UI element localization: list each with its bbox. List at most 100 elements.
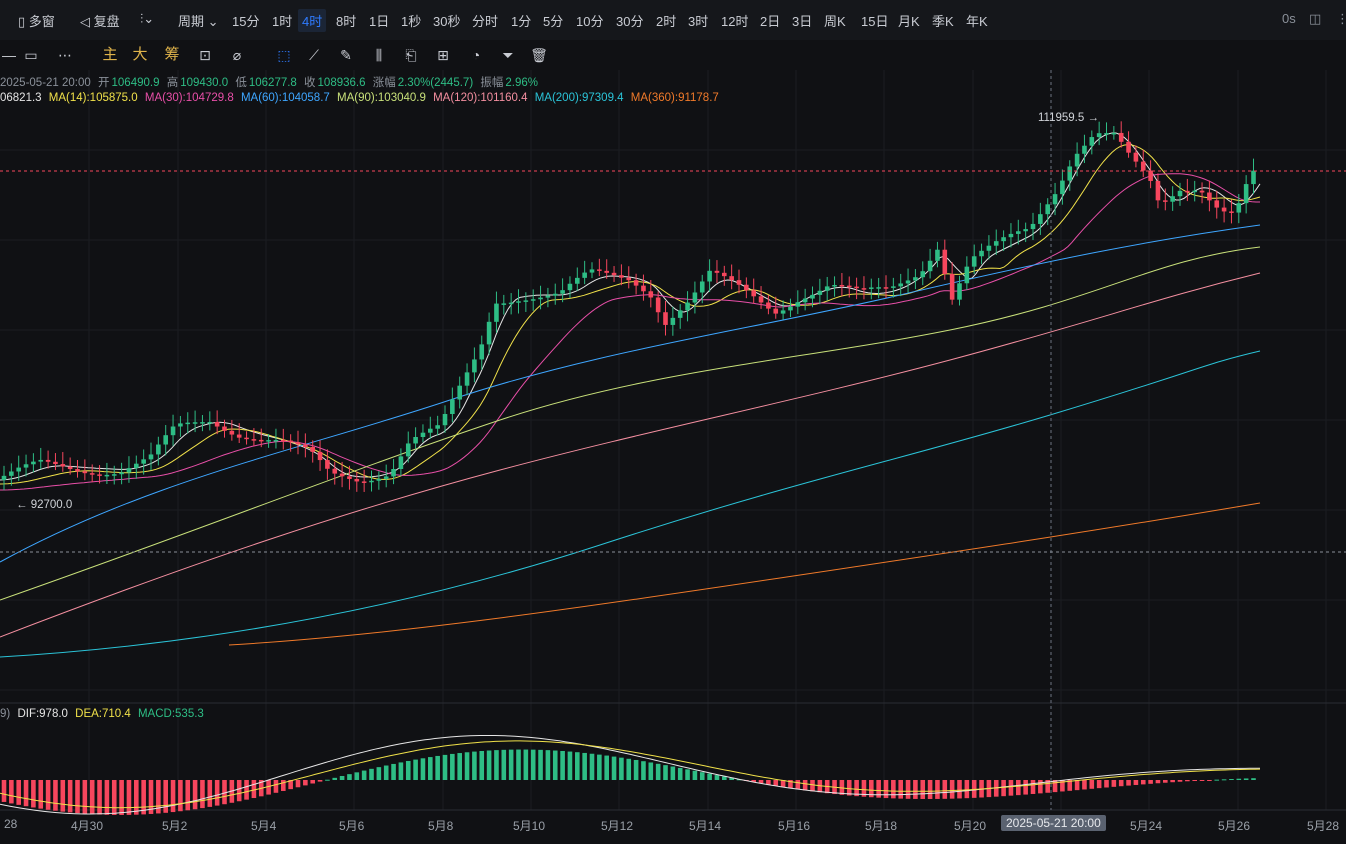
candle-body [97, 474, 102, 476]
macd-bar [1251, 778, 1256, 780]
candlesticks [1, 121, 1256, 492]
candle-body [1008, 233, 1014, 238]
macd-bar [1170, 780, 1175, 783]
candle-body [677, 310, 683, 318]
candle-body [891, 286, 896, 288]
macd-bar [1052, 780, 1058, 793]
macd-bar [354, 772, 360, 780]
candle-body [82, 471, 88, 474]
macd-bar [332, 777, 338, 780]
macd-bar [31, 780, 36, 808]
candle-body [339, 473, 345, 477]
candle-body [545, 295, 551, 298]
candle-body [802, 298, 808, 303]
macd-bar [347, 774, 352, 780]
macd-bar [626, 758, 632, 780]
candle-body [222, 426, 227, 431]
macd-bar [714, 775, 720, 780]
candle-body [824, 286, 830, 291]
macd-bar [597, 754, 602, 780]
candle-body [258, 439, 264, 442]
macd-bar [964, 780, 970, 799]
candle-body [670, 317, 676, 325]
macd-bar [67, 780, 73, 813]
macd-bar [1221, 779, 1227, 781]
macd-bar [450, 753, 455, 780]
candle-body [163, 435, 168, 445]
macd-bar [1096, 780, 1102, 789]
macd-bar [134, 780, 139, 815]
candle-body [479, 344, 485, 360]
candle-body [604, 270, 609, 273]
macd-bar [913, 780, 918, 799]
macd-bar [1133, 780, 1139, 785]
candle-body [1185, 190, 1190, 193]
macd-bar [560, 751, 565, 780]
candle-body [1038, 214, 1043, 224]
candle-body [266, 440, 271, 442]
candle-body [1, 475, 7, 480]
candle-body [1052, 194, 1058, 205]
ohlc-info: 2025-05-21 20:00 开 106490.9 高 109430.0 低 10… [0, 74, 542, 90]
candle-body [450, 399, 455, 415]
candle-body [567, 283, 573, 291]
candle-body [361, 481, 367, 483]
candle-body [758, 296, 764, 303]
macd-bar [45, 780, 51, 810]
macd-bar [949, 780, 955, 799]
candle-body [1155, 180, 1161, 201]
x-label: 28 [4, 817, 18, 831]
macd-bar [464, 752, 470, 780]
macd-bar [589, 753, 595, 780]
macd-bar [339, 775, 345, 780]
candle-body [420, 432, 426, 437]
candle-body [457, 385, 462, 400]
macd-bar [1038, 780, 1043, 794]
macd-bar [1163, 780, 1168, 783]
candle-body [1045, 204, 1050, 215]
candle-body [281, 439, 286, 442]
candle-body [1074, 153, 1080, 167]
candle-body [1133, 152, 1139, 162]
candle-body [1082, 145, 1087, 154]
candle-body [60, 464, 66, 467]
macd-bar [766, 780, 771, 785]
candle-body [332, 468, 338, 474]
candle-body [207, 421, 213, 424]
candle-body [780, 310, 786, 314]
macd-bar [648, 762, 654, 780]
macd-bar [38, 780, 44, 809]
macd-bar [104, 780, 110, 815]
macd-bar [23, 780, 29, 807]
macd-bar [1199, 780, 1205, 781]
macd-bar [1016, 780, 1021, 796]
macd-bar [170, 780, 176, 813]
chart-grid [0, 70, 1346, 811]
change-label: 涨幅 [372, 77, 396, 89]
dea-value: DEA:710.4 [75, 708, 131, 720]
candle-body [442, 414, 448, 426]
macd-bar [1, 780, 7, 802]
macd-bar [442, 754, 448, 780]
candle-body [494, 303, 499, 322]
candle-body [383, 476, 389, 479]
candle-body [839, 285, 845, 287]
macd-bar [1023, 780, 1028, 795]
moving-average-lines [0, 132, 1261, 658]
macd-bar [501, 749, 507, 780]
candle-body [1140, 161, 1146, 171]
chart-overlay [0, 70, 1346, 810]
candle-body [663, 312, 668, 325]
open-label: 开 [98, 77, 110, 89]
candle-body [170, 426, 176, 436]
macd-bar [75, 780, 80, 814]
macd-bar [891, 780, 896, 799]
macd-value: MACD:535.3 [137, 708, 204, 720]
candle-body [501, 303, 507, 305]
macd-bar [317, 780, 323, 782]
macd-bar [927, 780, 933, 799]
ohlc-date: 2025-05-21 20:00 [0, 77, 91, 89]
candle-body [185, 422, 191, 425]
high-label: 高 [166, 77, 179, 89]
candle-body [486, 321, 492, 345]
